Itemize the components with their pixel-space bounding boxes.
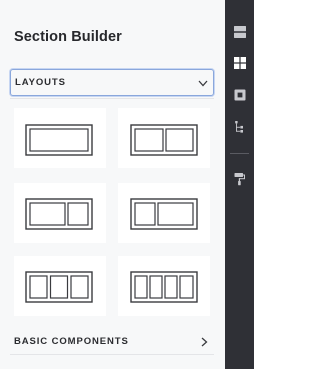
- layouts-grid-icon: [233, 56, 246, 69]
- sidebar-toolbar: [225, 0, 254, 369]
- section-builder-app: Section Builder LAYOUTS BASIC COMPONENTS: [0, 0, 254, 369]
- page-elements-icon: [233, 25, 246, 38]
- panel-title: Section Builder: [14, 29, 122, 45]
- sidebar-item-styles[interactable]: [231, 170, 248, 187]
- chevron-down-icon: [198, 80, 208, 86]
- sidebar-item-widgets[interactable]: [231, 86, 248, 103]
- layout-two-columns-wide-left-icon: [25, 198, 93, 230]
- paint-roller-icon: [234, 172, 245, 185]
- layout-card-two-equal-columns[interactable]: [118, 108, 210, 168]
- basic-components-section-label: BASIC COMPONENTS: [14, 336, 129, 347]
- widgets-icon: [234, 89, 245, 100]
- layout-three-columns-icon: [25, 271, 93, 303]
- sidebar-item-structure[interactable]: [231, 118, 248, 135]
- sidebar-item-layouts[interactable]: [231, 54, 248, 71]
- sidebar-divider: [230, 153, 249, 154]
- layout-two-columns-wide-right-icon: [130, 198, 198, 230]
- section-builder-panel: Section Builder LAYOUTS BASIC COMPONENTS: [0, 0, 225, 369]
- chevron-right-icon: [201, 337, 208, 346]
- layout-one-column-icon: [25, 124, 93, 156]
- layouts-divider: [10, 98, 214, 99]
- layouts-section-toggle[interactable]: LAYOUTS: [10, 69, 214, 96]
- layout-two-equal-columns-icon: [130, 124, 198, 156]
- basic-components-section-toggle[interactable]: BASIC COMPONENTS: [10, 329, 214, 355]
- layout-card-one-column[interactable]: [14, 108, 106, 168]
- layout-card-three-columns[interactable]: [14, 256, 106, 316]
- layouts-section-label: LAYOUTS: [15, 77, 66, 88]
- layout-card-two-columns-wide-right[interactable]: [118, 183, 210, 243]
- layout-four-columns-icon: [130, 271, 198, 303]
- layout-card-two-columns-wide-left[interactable]: [14, 183, 106, 243]
- sidebar-item-page-elements[interactable]: [231, 23, 248, 40]
- structure-tree-icon: [234, 120, 243, 133]
- layout-card-four-columns[interactable]: [118, 256, 210, 316]
